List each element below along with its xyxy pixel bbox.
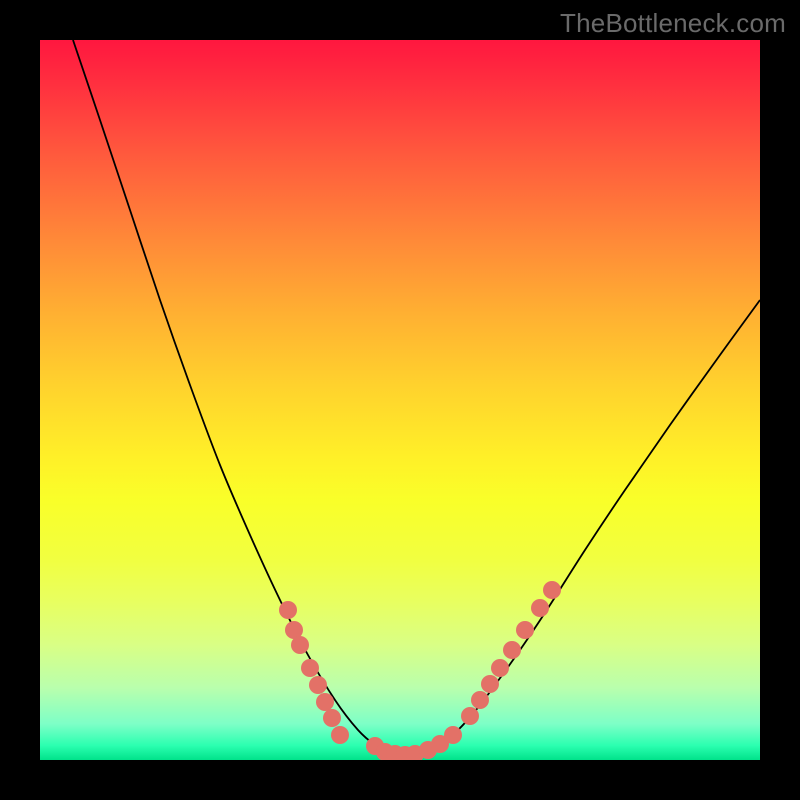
data-point [316,693,334,711]
watermark-label: TheBottleneck.com [560,8,786,39]
data-point [543,581,561,599]
data-point [461,707,479,725]
data-point [471,691,489,709]
plot-area [40,40,760,760]
chart-frame: TheBottleneck.com [0,0,800,800]
data-point [531,599,549,617]
data-point [444,726,462,744]
chart-svg [40,40,760,760]
points-right-cluster [461,581,561,725]
data-point [323,709,341,727]
data-point [291,636,309,654]
data-point [503,641,521,659]
points-valley-cluster [366,726,462,760]
bottleneck-curve [73,40,760,755]
points-left-cluster [279,601,349,744]
data-point [516,621,534,639]
data-point [309,676,327,694]
data-point [331,726,349,744]
data-point [491,659,509,677]
data-point [481,675,499,693]
data-point [301,659,319,677]
data-point [279,601,297,619]
